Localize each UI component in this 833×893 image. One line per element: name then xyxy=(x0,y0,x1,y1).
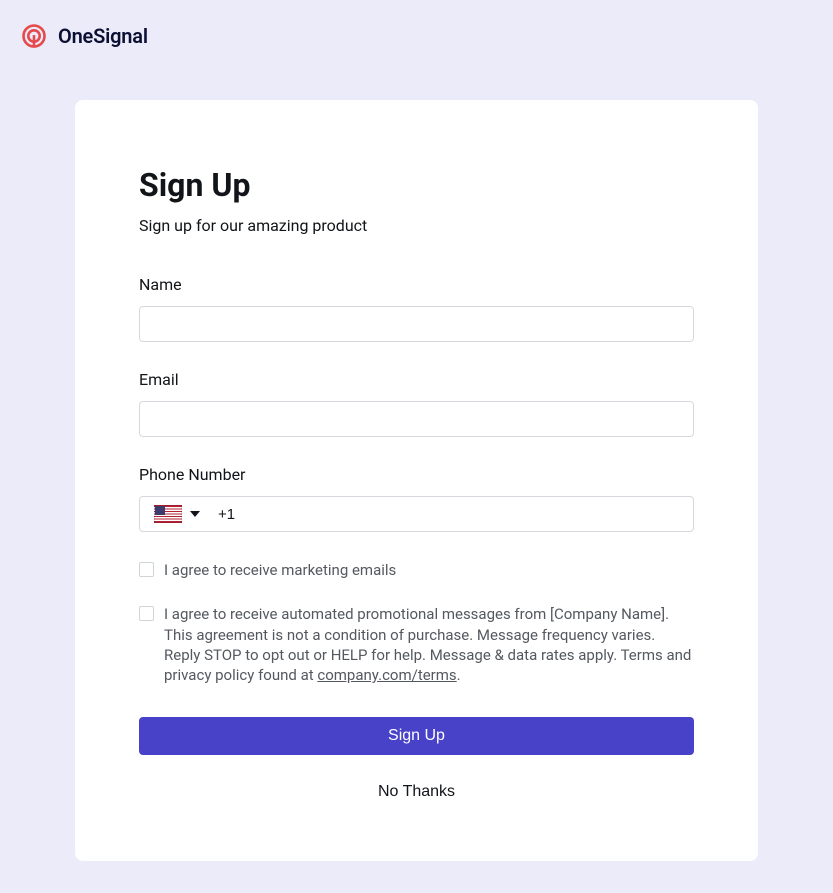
sms-consent-checkbox[interactable] xyxy=(139,606,154,621)
email-field-group: Email xyxy=(139,370,694,437)
chevron-down-icon xyxy=(190,511,200,517)
signup-button[interactable]: Sign Up xyxy=(139,717,694,755)
signup-card: Sign Up Sign up for our amazing product … xyxy=(75,100,758,861)
sms-consent-text-after: . xyxy=(457,666,461,684)
page-subtitle: Sign up for our amazing product xyxy=(139,216,694,235)
name-field-group: Name xyxy=(139,275,694,342)
phone-field-group: Phone Number xyxy=(139,465,694,532)
email-label: Email xyxy=(139,370,694,389)
page-title: Sign Up xyxy=(139,166,694,204)
sms-consent-row: I agree to receive automated promotional… xyxy=(139,604,694,685)
brand-name: OneSignal xyxy=(58,24,148,48)
no-thanks-button[interactable]: No Thanks xyxy=(139,783,694,801)
onesignal-logo-icon xyxy=(20,22,48,50)
country-selector-button[interactable] xyxy=(140,497,210,531)
marketing-consent-row: I agree to receive marketing emails xyxy=(139,560,694,580)
phone-label: Phone Number xyxy=(139,465,694,484)
name-input[interactable] xyxy=(139,306,694,342)
sms-consent-label: I agree to receive automated promotional… xyxy=(164,604,694,685)
terms-link[interactable]: company.com/terms xyxy=(317,666,456,684)
name-label: Name xyxy=(139,275,694,294)
phone-input[interactable] xyxy=(210,497,693,531)
page-header: OneSignal xyxy=(0,0,833,72)
phone-input-wrapper xyxy=(139,496,694,532)
marketing-consent-checkbox[interactable] xyxy=(139,562,154,577)
email-input[interactable] xyxy=(139,401,694,437)
us-flag-icon xyxy=(154,505,182,523)
marketing-consent-label: I agree to receive marketing emails xyxy=(164,560,396,580)
